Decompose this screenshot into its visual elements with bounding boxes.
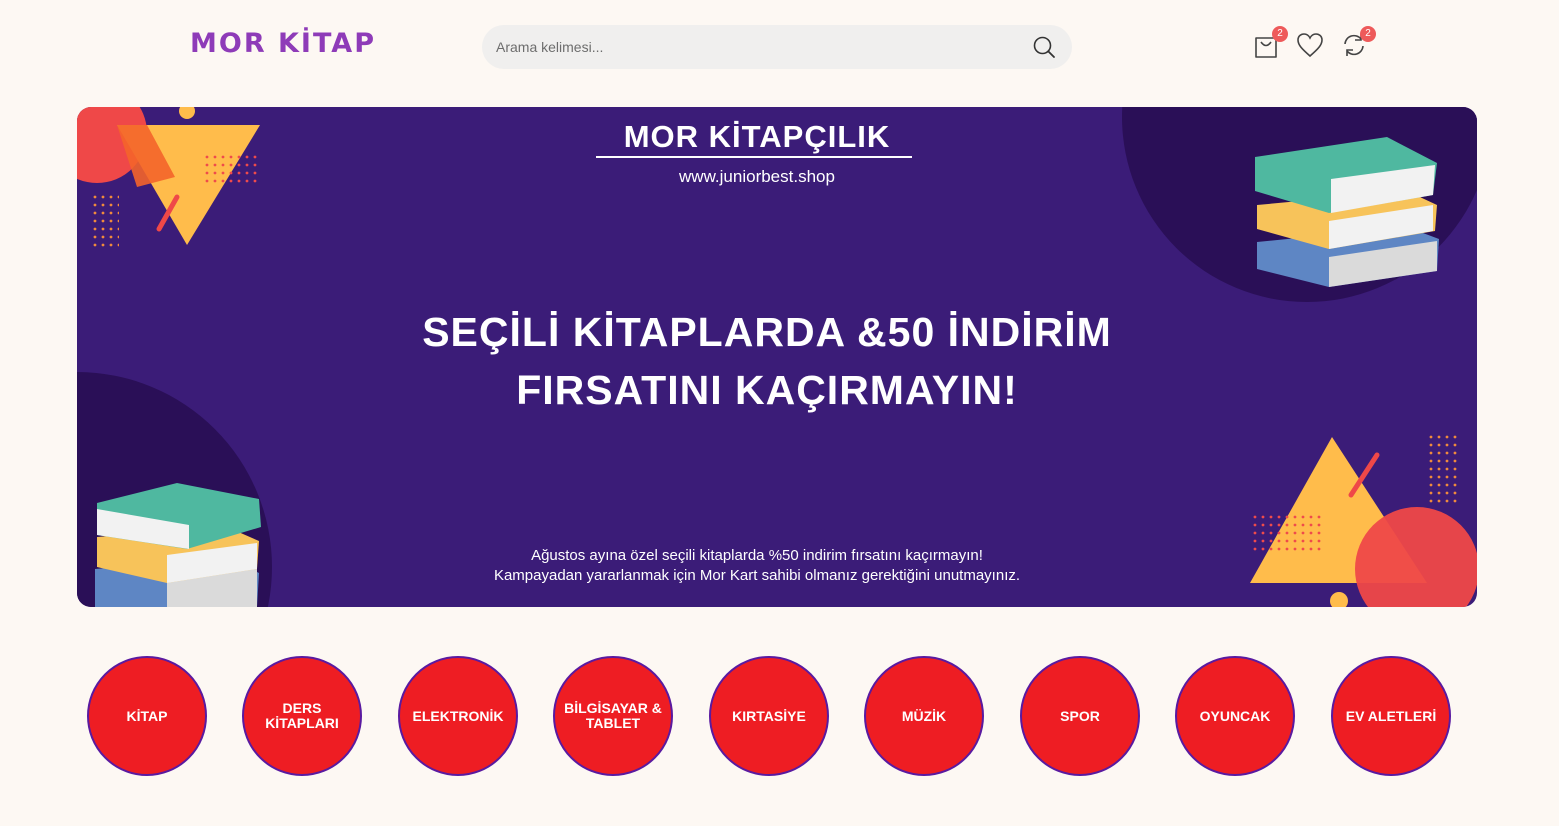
subtext-line-2: Kampayadan yararlanmak için Mor Kart sah… xyxy=(493,567,1021,584)
cart-button[interactable]: 2 xyxy=(1252,26,1288,60)
category-label: KIRTASİYE xyxy=(732,707,806,724)
headline-line-2: FIRSATINI KAÇIRMAYIN! xyxy=(516,367,1018,413)
wishlist-button[interactable] xyxy=(1296,30,1326,60)
category-bilgisayar-tablet[interactable]: BİLGİSAYAR & TABLET xyxy=(553,656,673,776)
search-icon[interactable] xyxy=(1032,35,1056,59)
compare-count-badge: 2 xyxy=(1360,26,1376,42)
category-spor[interactable]: SPOR xyxy=(1020,656,1140,776)
banner-url: www.juniorbest.shop xyxy=(679,167,835,186)
category-kitap[interactable]: KİTAP xyxy=(87,656,207,776)
category-ders-kitaplari[interactable]: DERS KİTAPLARI xyxy=(242,656,362,776)
category-label: SPOR xyxy=(1060,707,1100,724)
brand-underline xyxy=(596,156,912,158)
category-ev-aletleri[interactable]: EV ALETLERİ xyxy=(1331,656,1451,776)
category-oyuncak[interactable]: OYUNCAK xyxy=(1175,656,1295,776)
site-header: MOR KİTAP 2 2 xyxy=(0,0,1559,95)
category-list: KİTAP DERS KİTAPLARI ELEKTRONİK BİLGİSAY… xyxy=(87,656,1467,778)
books-bottom-left xyxy=(95,483,261,607)
books-top-right xyxy=(1255,137,1439,287)
category-label: MÜZİK xyxy=(901,707,947,724)
category-muzik[interactable]: MÜZİK xyxy=(864,656,984,776)
category-label: OYUNCAK xyxy=(1199,707,1271,724)
banner-headline: SEÇİLİ KİTAPLARDA &50 İNDİRİM FIRSATINI … xyxy=(77,303,1457,419)
search-bar xyxy=(482,25,1072,69)
promo-banner[interactable]: MOR KİTAPÇILIK www.juniorbest.shop SEÇİL… xyxy=(77,107,1477,607)
headline-line-1: SEÇİLİ KİTAPLARDA &50 İNDİRİM xyxy=(422,309,1112,355)
cart-count-badge: 2 xyxy=(1272,26,1288,42)
category-label: BİLGİSAYAR & TABLET xyxy=(564,700,662,731)
category-label: KİTAP xyxy=(126,707,168,724)
category-kirtasiye[interactable]: KIRTASİYE xyxy=(709,656,829,776)
banner-brand-title: MOR KİTAPÇILIK xyxy=(623,119,891,154)
category-label: DERS KİTAPLARI xyxy=(265,700,339,731)
category-label: ELEKTRONİK xyxy=(412,707,504,724)
banner-subtext: Ağustos ayına özel seçili kitaplarda %50… xyxy=(77,546,1437,586)
subtext-line-1: Ağustos ayına özel seçili kitaplarda %50… xyxy=(531,547,983,564)
category-elektronik[interactable]: ELEKTRONİK xyxy=(398,656,518,776)
compare-button[interactable]: 2 xyxy=(1340,26,1376,60)
search-input[interactable] xyxy=(496,35,1016,59)
site-logo[interactable]: MOR KİTAP xyxy=(190,28,376,59)
heart-icon xyxy=(1297,33,1323,58)
category-label: EV ALETLERİ xyxy=(1345,707,1437,724)
